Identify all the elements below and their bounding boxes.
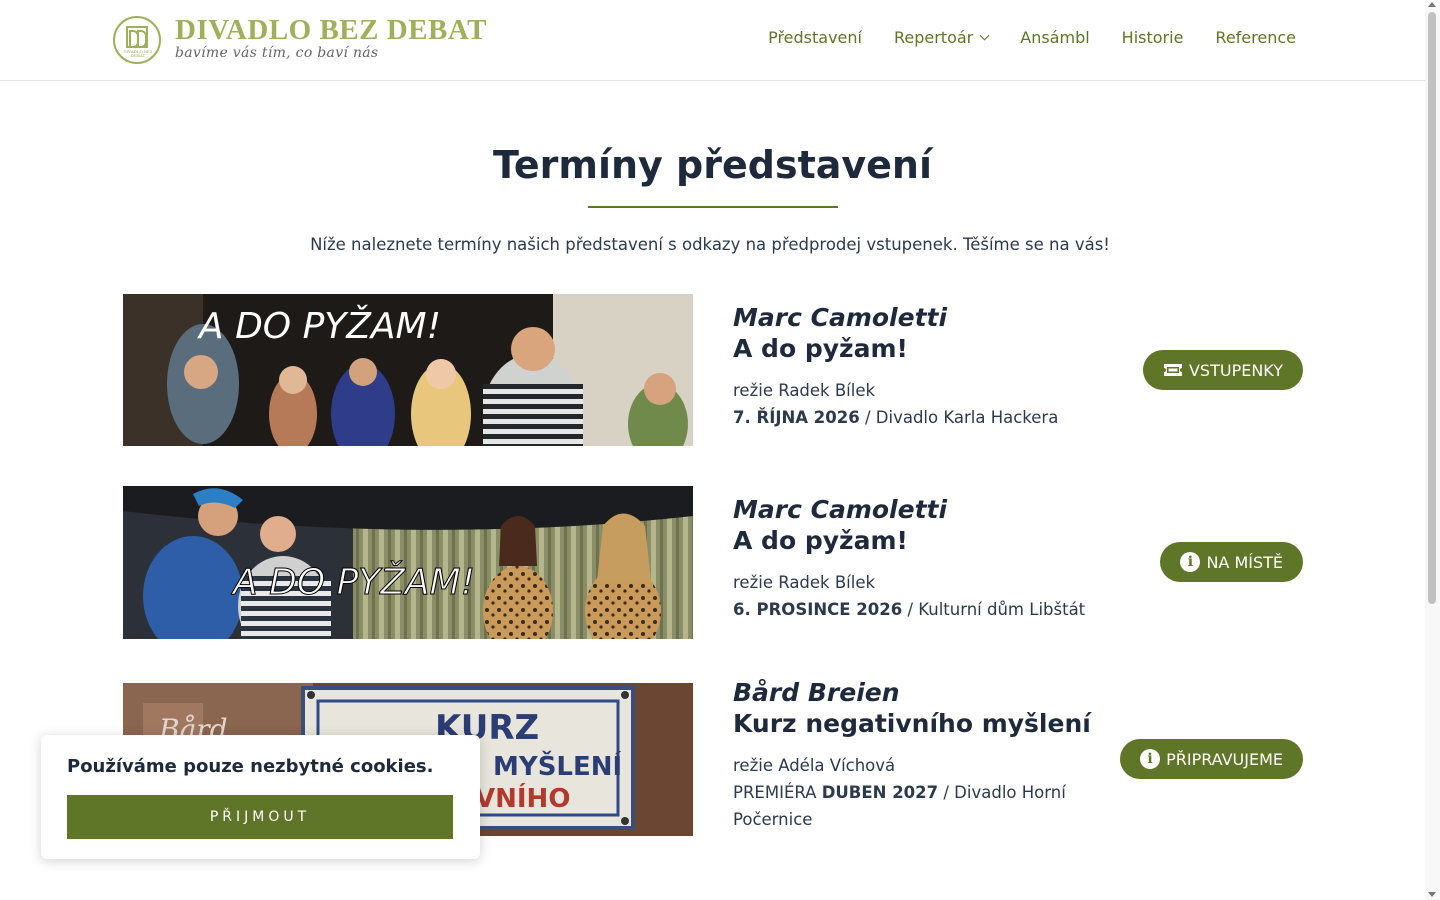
event-play-title: A do pyžam! bbox=[733, 334, 908, 363]
event-image-title: A DO PYŽAM! bbox=[197, 305, 441, 347]
logo-emblem-icon: DIVADLO BEZ DEBAT bbox=[113, 16, 161, 64]
title-divider bbox=[588, 206, 838, 208]
page-title: Termíny představení bbox=[492, 143, 933, 187]
event-details: Marc Camoletti A do pyžam! režie Radek B… bbox=[733, 302, 1093, 431]
nav-item-label: Představení bbox=[768, 28, 862, 47]
event-director: režie Radek Bílek bbox=[733, 381, 876, 400]
event-author: Bård Breien bbox=[733, 678, 900, 707]
event-image[interactable]: A DO PYŽAM! bbox=[123, 294, 693, 446]
logo-tagline: bavíme vás tím, co baví nás bbox=[175, 45, 379, 61]
event-date: 7. ŘÍJNA 2026 bbox=[733, 408, 860, 427]
event-director: režie Radek Bílek bbox=[733, 573, 876, 592]
logo-title: DIVADLO BEZ DEBAT bbox=[175, 14, 488, 46]
coming-soon-button-label: PŘIPRAVUJEME bbox=[1166, 749, 1283, 769]
event-date-venue: 6. PROSINCE 2026 / Kulturní dům Libštát bbox=[733, 596, 1153, 623]
logo-emblem-mark bbox=[126, 26, 148, 48]
tickets-button[interactable]: VSTUPENKY bbox=[1142, 350, 1303, 390]
event-details: Bård Breien Kurz negativního myšlení rež… bbox=[733, 677, 1091, 833]
nav-item-predstaveni[interactable]: Představení bbox=[768, 28, 862, 47]
event-card: A DO PYŽAM! Marc Camoletti A do pyžam! r… bbox=[123, 486, 1303, 639]
nav-item-ansambl[interactable]: Ansámbl bbox=[1020, 28, 1089, 47]
scrollbar-thumb[interactable] bbox=[1428, 12, 1436, 604]
event-date: 6. PROSINCE 2026 bbox=[733, 600, 903, 619]
nav-item-reference[interactable]: Reference bbox=[1215, 28, 1296, 47]
page-scrollbar[interactable] bbox=[1425, 0, 1440, 900]
ticket-icon bbox=[1163, 364, 1182, 376]
event-date: DUBEN 2027 bbox=[821, 783, 939, 802]
event-play-title: Kurz negativního myšlení bbox=[733, 709, 1091, 738]
event-author: Marc Camoletti bbox=[733, 495, 948, 524]
tickets-button-label: VSTUPENKY bbox=[1188, 360, 1283, 380]
event-photo: A DO PYŽAM! bbox=[123, 294, 693, 446]
event-venue: / Divadlo Karla Hackera bbox=[859, 408, 1059, 427]
cookie-accept-button[interactable]: PŘIJMOUT bbox=[67, 795, 453, 839]
chevron-down-icon bbox=[979, 30, 990, 41]
event-play-title: A do pyžam! bbox=[733, 526, 908, 555]
nav-item-label: Repertoár bbox=[893, 28, 974, 47]
event-prefix: PREMIÉRA bbox=[733, 783, 822, 802]
event-date-venue: PREMIÉRA DUBEN 2027 / Divadlo Horní Poče… bbox=[733, 779, 1073, 833]
event-details: Marc Camoletti A do pyžam! režie Radek B… bbox=[733, 494, 1153, 623]
event-date-venue: 7. ŘÍJNA 2026 / Divadlo Karla Hackera bbox=[733, 404, 1093, 431]
nav-item-repertoar[interactable]: Repertoár bbox=[893, 28, 990, 47]
scroll-down-arrow-icon[interactable] bbox=[1428, 892, 1436, 897]
nav-item-historie[interactable]: Historie bbox=[1122, 28, 1184, 47]
nav-item-label: Ansámbl bbox=[1020, 28, 1090, 47]
event-card: A DO PYŽAM! Marc Camoletti A do pyžam! r… bbox=[123, 294, 1303, 446]
nav-item-label: Historie bbox=[1121, 28, 1184, 47]
site-logo[interactable]: DIVADLO BEZ DEBAT DIVADLO BEZ DEBAT baví… bbox=[113, 14, 487, 66]
on-site-button[interactable]: i NA MÍSTĚ bbox=[1160, 542, 1303, 582]
event-image-title: A DO PYŽAM! bbox=[231, 561, 475, 603]
scroll-up-arrow-icon[interactable] bbox=[1428, 2, 1436, 7]
event-photo: A DO PYŽAM! bbox=[123, 486, 693, 639]
event-venue: / Kulturní dům Libštát bbox=[902, 600, 1086, 619]
coming-soon-button[interactable]: i PŘIPRAVUJEME bbox=[1120, 739, 1303, 779]
event-image-sign-bot: VNÍHO bbox=[475, 782, 570, 814]
cookie-message: Používáme pouze nezbytné cookies. bbox=[67, 756, 434, 777]
nav-item-label: Reference bbox=[1215, 28, 1296, 47]
info-icon: i bbox=[1180, 552, 1201, 572]
cookie-banner: Používáme pouze nezbytné cookies. PŘIJMO… bbox=[41, 735, 480, 859]
event-director: režie Adéla Víchová bbox=[733, 756, 896, 775]
main-nav: Představení Repertoár Ansámbl Historie R… bbox=[768, 28, 1296, 47]
event-author: Marc Camoletti bbox=[733, 303, 948, 332]
event-image[interactable]: A DO PYŽAM! bbox=[123, 486, 693, 639]
info-icon: i bbox=[1140, 749, 1161, 769]
site-header: DIVADLO BEZ DEBAT DIVADLO BEZ DEBAT baví… bbox=[0, 0, 1425, 81]
intro-text: Níže naleznete termíny našich představen… bbox=[310, 235, 1110, 254]
event-image-sign-mid: MYŠLENÍ bbox=[493, 750, 622, 782]
logo-emblem-text: DIVADLO BEZ DEBAT bbox=[123, 49, 153, 58]
on-site-button-label: NA MÍSTĚ bbox=[1206, 552, 1283, 572]
